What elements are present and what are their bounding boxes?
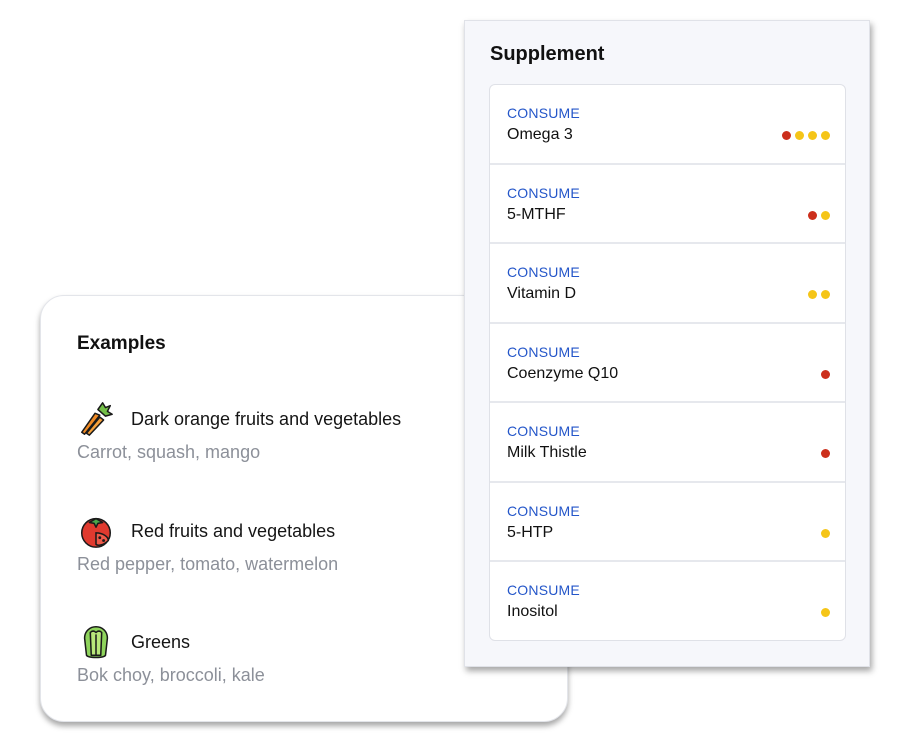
tomato-icon xyxy=(80,517,112,548)
consume-label: CONSUME xyxy=(507,105,580,121)
consume-label: CONSUME xyxy=(507,184,580,201)
example-subtitle: Red pepper, tomato, watermelon xyxy=(77,554,339,574)
supplement-row[interactable]: CONSUME 5-MTHF xyxy=(490,165,845,245)
lettuce-icon xyxy=(83,626,109,659)
yellow-dot xyxy=(821,210,830,220)
yellow-dot xyxy=(808,290,817,300)
rating-dots xyxy=(782,131,830,140)
rating-dots xyxy=(808,290,830,300)
supplement-name: Omega 3 xyxy=(507,126,573,143)
red-dot xyxy=(782,131,791,140)
supplement-name: 5-HTP xyxy=(507,523,554,541)
supplement-name: 5-MTHF xyxy=(507,205,566,223)
consume-label: CONSUME xyxy=(507,264,580,281)
supplement-row[interactable]: CONSUME Milk Thistle xyxy=(490,403,845,483)
example-item-dark-orange: Dark orange fruits and vegetables Carrot… xyxy=(77,400,401,463)
supplement-row[interactable]: CONSUME Coenzyme Q10 xyxy=(490,324,845,404)
yellow-dot xyxy=(808,131,817,140)
supplement-row[interactable]: CONSUME 5-HTP xyxy=(490,483,845,563)
consume-label: CONSUME xyxy=(507,502,580,519)
red-dot xyxy=(808,210,817,220)
supplement-row[interactable]: CONSUME Omega 3 xyxy=(490,85,845,165)
rating-dots xyxy=(821,608,830,618)
rating-dots xyxy=(821,369,830,379)
yellow-dot xyxy=(821,290,830,300)
rating-dots xyxy=(821,528,830,538)
supplement-row[interactable]: CONSUME Vitamin D xyxy=(490,244,845,324)
supplement-name: Inositol xyxy=(507,603,558,621)
rating-dots xyxy=(808,210,830,220)
red-dot xyxy=(821,369,830,379)
example-title: Red fruits and vegetables xyxy=(131,520,336,541)
example-title: Dark orange fruits and vegetables xyxy=(131,408,402,429)
yellow-dot xyxy=(821,528,830,538)
example-item-red: Red fruits and vegetables Red pepper, to… xyxy=(77,512,338,575)
supplement-name: Milk Thistle xyxy=(507,444,587,462)
supplement-row[interactable]: CONSUME Inositol xyxy=(490,562,845,640)
consume-label: CONSUME xyxy=(507,423,580,440)
red-dot xyxy=(821,449,830,459)
consume-label: CONSUME xyxy=(507,343,580,360)
supplement-panel: Supplement CONSUME Omega 3 CONSUME 5-MTH… xyxy=(464,20,870,667)
examples-title: Examples xyxy=(77,333,166,354)
supplement-name: Vitamin D xyxy=(507,285,577,303)
supplement-list: CONSUME Omega 3 CONSUME 5-MTHF CONSUME V… xyxy=(489,84,846,641)
consume-label: CONSUME xyxy=(507,582,580,599)
stage: Examples Dark orange fruits and vegetabl… xyxy=(0,0,900,754)
rating-dots xyxy=(821,449,830,459)
example-subtitle: Carrot, squash, mango xyxy=(77,442,261,462)
yellow-dot xyxy=(821,131,830,140)
supplement-name: Coenzyme Q10 xyxy=(507,364,619,382)
supplement-title: Supplement xyxy=(490,43,605,65)
yellow-dot xyxy=(795,131,804,140)
example-title: Greens xyxy=(131,631,191,652)
example-item-greens: Greens Bok choy, broccoli, kale xyxy=(77,623,265,686)
example-subtitle: Bok choy, broccoli, kale xyxy=(77,665,265,685)
yellow-dot xyxy=(821,608,830,618)
carrot-icon xyxy=(80,402,113,436)
